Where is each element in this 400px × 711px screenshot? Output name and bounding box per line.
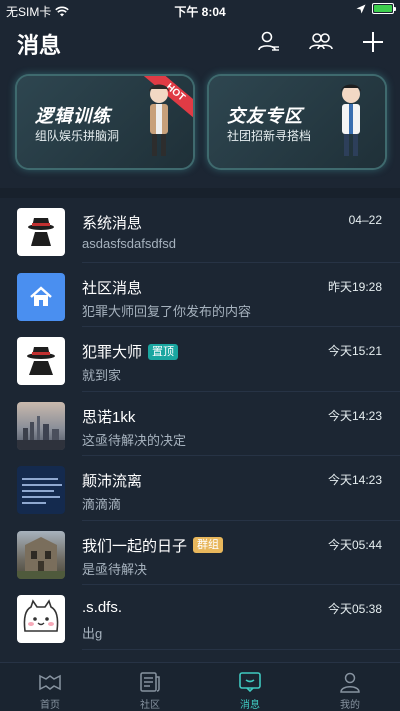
spy-icon — [28, 218, 54, 246]
cat-cartoon — [23, 599, 59, 632]
message-preview: asdasfsdafsdfsd — [82, 236, 176, 251]
message-time: 04–22 — [348, 213, 382, 227]
clock: 下午 8:04 — [174, 5, 226, 19]
contact-name: 思诺1kk — [82, 408, 136, 426]
card-title: 逻辑训练 — [35, 106, 111, 126]
city-photo — [17, 415, 65, 450]
tab-profile[interactable]: 我的 — [300, 663, 400, 711]
message-time: 今天14:23 — [327, 408, 382, 423]
message-preview: 这亟待解决的决定 — [82, 432, 187, 448]
contact-name: .s.dfs. — [82, 599, 123, 616]
logic-training-card[interactable]: 逻辑训练 组队娱乐拼脑洞 HOT — [17, 76, 193, 168]
text-screenshot — [22, 478, 62, 504]
contact-name: 颠沛流离 — [82, 473, 143, 490]
message-time: 今天05:44 — [327, 537, 382, 552]
message-time: 今天05:38 — [327, 602, 382, 616]
header: 消息 — [0, 20, 400, 64]
message-list: 系统消息 asdasfsdafsdfsd 04–22 社区消息 犯罪大师回复了你… — [0, 198, 400, 650]
list-item[interactable]: 我们一起的日子 群组 是亟待解决 今天05:44 — [0, 521, 400, 586]
spy-icon — [27, 347, 55, 375]
tab-label: 我的 — [340, 700, 360, 711]
list-item[interactable]: 颠沛流离 滴滴滴 今天14:23 — [0, 456, 400, 521]
contact-name: 系统消息 — [82, 215, 143, 232]
contact-name: 我们一起的日子 — [82, 537, 188, 555]
tab-bar: 首页 社区 消息 我的 — [0, 662, 400, 711]
list-item[interactable]: 犯罪大师 置顶 就到家 今天15:21 — [0, 327, 400, 392]
avatar — [17, 466, 65, 514]
list-item[interactable]: 思诺1kk 这亟待解决的决定 今天14:23 — [0, 392, 400, 457]
character-illustration — [149, 84, 169, 156]
contacts-list-icon[interactable] — [256, 29, 282, 55]
avatar — [17, 337, 65, 385]
list-item[interactable]: 系统消息 asdasfsdafsdfsd 04–22 — [0, 198, 400, 263]
avatar — [17, 272, 65, 321]
contact-name: 犯罪大师 — [82, 344, 143, 361]
message-preview: 就到家 — [82, 368, 122, 383]
home-icon — [30, 285, 52, 306]
tab-label: 社区 — [140, 700, 160, 711]
street-photo — [17, 536, 65, 579]
avatar — [17, 401, 65, 450]
character-illustration — [341, 84, 361, 156]
tab-messages[interactable]: 消息 — [200, 663, 300, 711]
community-icon — [140, 672, 160, 692]
card-title: 交友专区 — [227, 106, 303, 126]
card-subtitle: 组队娱乐拼脑洞 — [35, 129, 120, 143]
message-time: 今天14:23 — [327, 473, 382, 487]
add-icon[interactable] — [360, 29, 386, 55]
message-preview: 出g — [82, 626, 103, 641]
avatar — [17, 208, 65, 256]
home-icon — [39, 674, 61, 691]
list-item[interactable]: .s.dfs. 出g 今天05:38 — [0, 585, 400, 650]
location-icon — [356, 4, 366, 13]
message-preview: 滴滴滴 — [82, 497, 122, 512]
pinned-badge: 置顶 — [148, 343, 179, 360]
tab-home[interactable]: 首页 — [0, 663, 100, 711]
message-time: 今天15:21 — [327, 344, 382, 358]
profile-icon — [340, 672, 360, 693]
list-item[interactable]: 社区消息 犯罪大师回复了你发布的内容 昨天19:28 — [0, 263, 400, 328]
battery-icon — [372, 3, 396, 14]
group-icon[interactable] — [308, 29, 334, 55]
status-bar: 无SIM卡 下午 8:04 — [0, 0, 400, 20]
message-preview: 犯罪大师回复了你发布的内容 — [82, 303, 252, 319]
avatar — [17, 595, 65, 643]
tab-community[interactable]: 社区 — [100, 663, 200, 711]
friends-zone-card[interactable]: 交友专区 社团招新寻搭档 — [209, 76, 385, 168]
message-time: 昨天19:28 — [327, 279, 382, 294]
page-title: 消息 — [17, 33, 62, 58]
contact-name: 社区消息 — [82, 279, 143, 297]
tab-label: 消息 — [240, 700, 260, 711]
card-subtitle: 社团招新寻搭档 — [227, 129, 312, 143]
group-badge: 群组 — [193, 537, 224, 553]
section-divider — [0, 188, 400, 198]
message-preview: 是亟待解决 — [82, 561, 148, 577]
tab-label: 首页 — [40, 700, 60, 711]
avatar — [17, 530, 65, 579]
message-icon — [239, 672, 261, 693]
feature-cards: 逻辑训练 组队娱乐拼脑洞 HOT 交友专区 社团招新寻搭档 — [0, 76, 400, 168]
